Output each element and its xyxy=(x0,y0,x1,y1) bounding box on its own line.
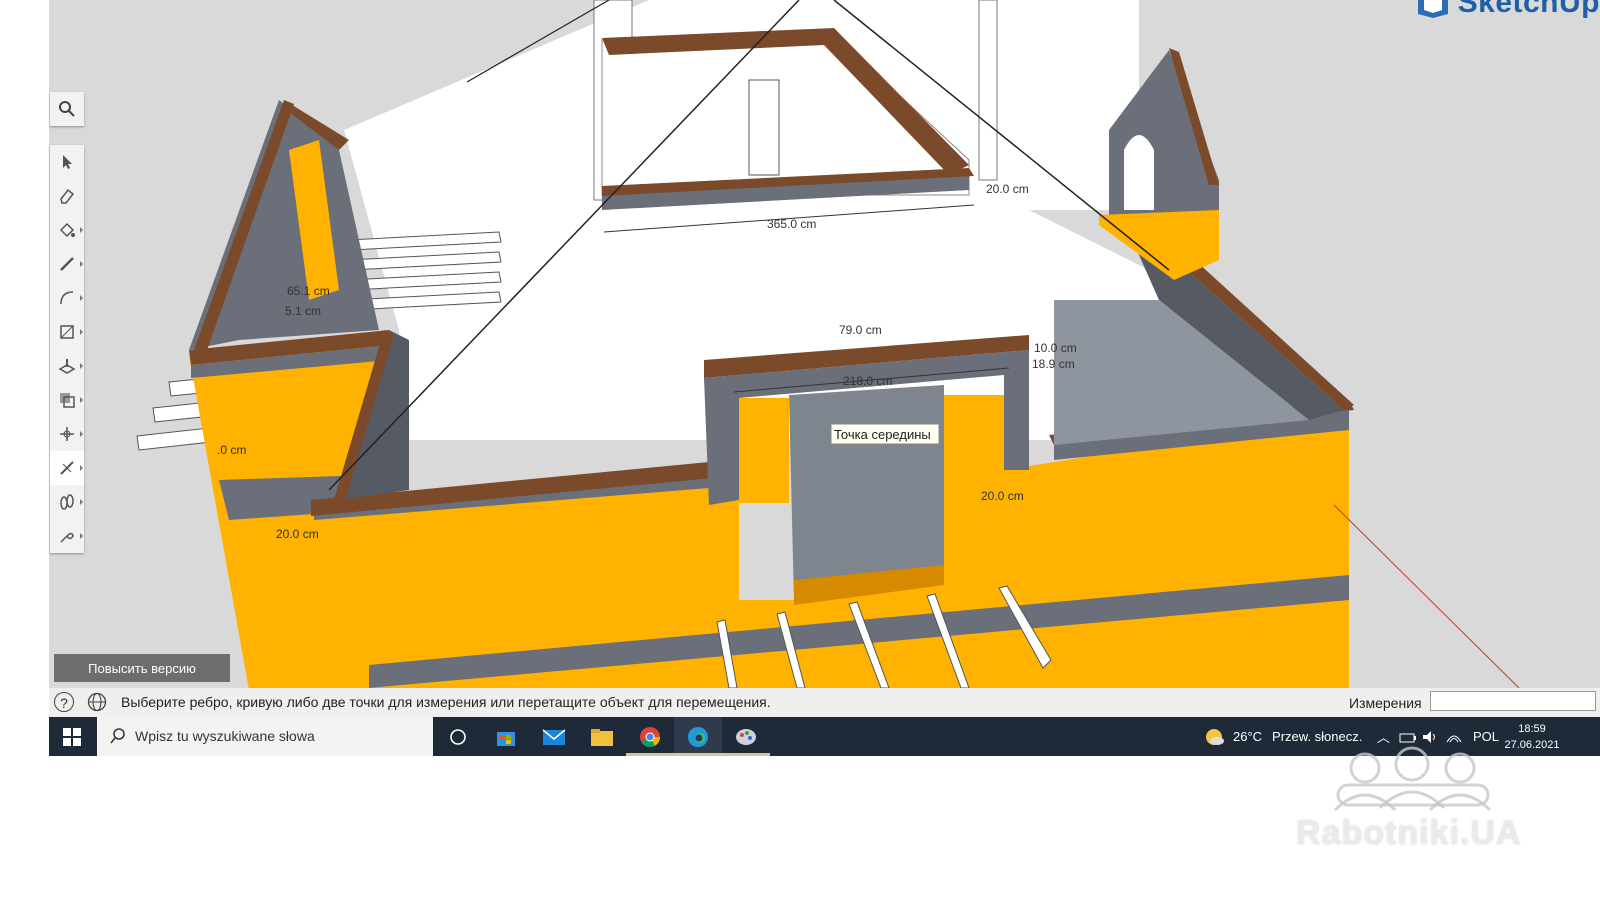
sketchup-logo-icon xyxy=(1417,0,1448,18)
section-icon[interactable] xyxy=(50,519,84,553)
dimension-label: 20.0 cm xyxy=(981,489,1024,503)
task-view-icon[interactable] xyxy=(434,717,482,756)
dimension-label: 5.1 cm xyxy=(285,304,321,318)
rectangle-icon[interactable] xyxy=(50,315,84,349)
search-icon[interactable] xyxy=(50,92,84,126)
dimension-label: .0 cm xyxy=(217,443,246,457)
select-icon[interactable] xyxy=(50,145,84,179)
arc-icon[interactable] xyxy=(50,281,84,315)
eraser-icon[interactable] xyxy=(50,179,84,213)
windows-start-icon[interactable] xyxy=(49,717,95,756)
dimension-label: 65.1 cm xyxy=(287,284,330,298)
chrome-icon[interactable] xyxy=(626,717,674,756)
sketchup-icon[interactable] xyxy=(722,717,770,756)
clock-time: 18:59 xyxy=(1518,723,1546,735)
dimension-label: 79.0 cm xyxy=(839,323,882,337)
building-model[interactable]: 365.0 cm 20.0 cm 218.0 cm 10.0 cm 18.9 c… xyxy=(49,0,1600,688)
door-opening xyxy=(748,79,780,176)
brand-name: SketchUp xyxy=(1457,0,1600,19)
upgrade-button[interactable]: Повысить версию xyxy=(54,654,230,682)
edge-icon[interactable] xyxy=(674,717,722,756)
mail-icon[interactable] xyxy=(530,717,578,756)
globe-icon[interactable] xyxy=(87,692,107,712)
taskbar-search[interactable]: Wpisz tu wyszukiwane słowa xyxy=(97,717,433,756)
weather-sun-icon xyxy=(1206,728,1224,745)
weather-temp: 26°C xyxy=(1233,729,1263,744)
dimension-label: 20.0 cm xyxy=(986,182,1029,196)
model-viewport[interactable]: 365.0 cm 20.0 cm 218.0 cm 10.0 cm 18.9 c… xyxy=(49,0,1600,688)
dimension-label: 18.9 cm xyxy=(1032,357,1075,371)
help-icon[interactable]: ? xyxy=(54,692,74,712)
tape-measure-icon[interactable] xyxy=(50,451,84,485)
tooltip-text: Точка середины xyxy=(834,427,931,442)
pencil-icon[interactable] xyxy=(50,247,84,281)
search-icon xyxy=(110,728,125,744)
status-message: Выберите ребро, кривую либо две точки дл… xyxy=(121,694,771,710)
file-explorer-icon[interactable] xyxy=(578,717,626,756)
tools-toolbar xyxy=(50,145,84,553)
offset-icon[interactable] xyxy=(50,383,84,417)
search-toolbar xyxy=(50,92,84,126)
dimension-label: 218.0 cm xyxy=(843,374,892,388)
push-pull-icon[interactable] xyxy=(50,349,84,383)
status-bar: ? Выберите ребро, кривую либо две точки … xyxy=(49,688,1600,717)
measurements-input[interactable] xyxy=(1430,691,1596,711)
walk-icon[interactable] xyxy=(50,485,84,519)
paint-bucket-icon[interactable] xyxy=(50,213,84,247)
dimension-label: 10.0 cm xyxy=(1034,341,1077,355)
measurements-label: Измерения xyxy=(1349,695,1422,711)
watermark-text: Rabotniki.UA xyxy=(1296,814,1522,852)
brand-logo: SketchUp xyxy=(1416,0,1600,19)
taskbar-search-placeholder: Wpisz tu wyszukiwane słowa xyxy=(135,728,315,744)
dimension-label: 365.0 cm xyxy=(767,217,816,231)
store-icon[interactable] xyxy=(482,717,530,756)
dimension-label: 20.0 cm xyxy=(276,527,319,541)
move-icon[interactable] xyxy=(50,417,84,451)
